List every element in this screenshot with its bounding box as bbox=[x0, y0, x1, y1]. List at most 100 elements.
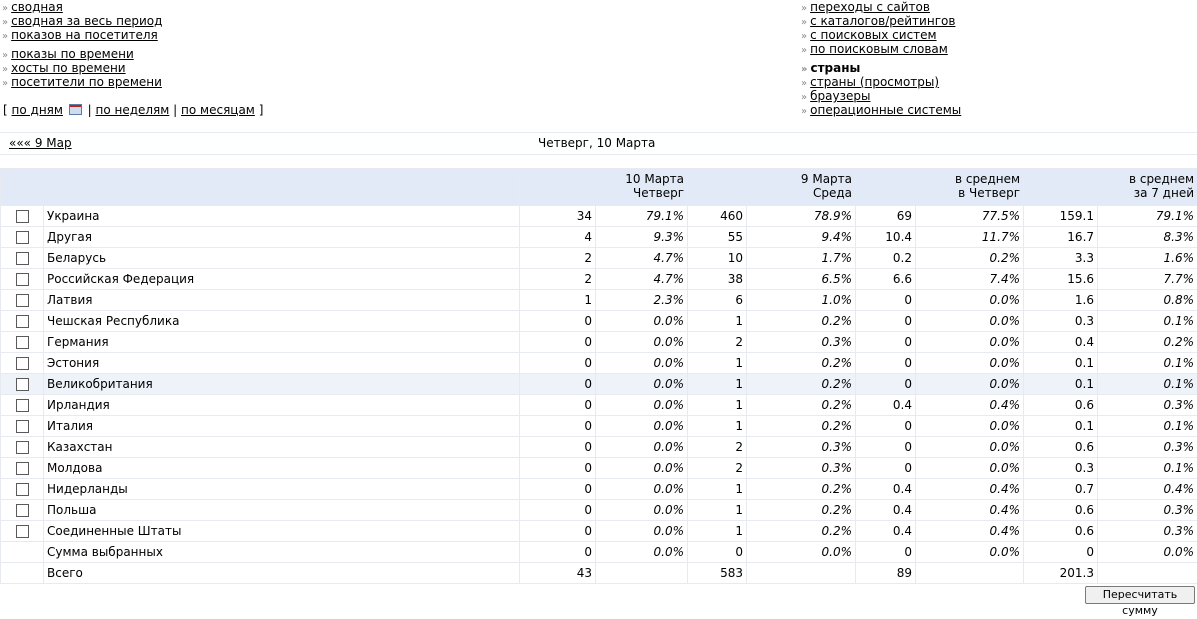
nav-link[interactable]: переходы с сайтов bbox=[810, 0, 930, 14]
nav-link[interactable]: с каталогов/рейтингов bbox=[810, 14, 955, 28]
checkbox-cell bbox=[1, 248, 44, 269]
nav-link[interactable]: сводная bbox=[11, 0, 63, 14]
row-checkbox[interactable] bbox=[16, 525, 29, 538]
percent-cell: 0.1% bbox=[1098, 374, 1197, 395]
percent-cell: 0.1% bbox=[1098, 311, 1197, 332]
row-checkbox[interactable] bbox=[16, 483, 29, 496]
checkbox-cell bbox=[1, 269, 44, 290]
total-row: Всего4358389201.3 bbox=[1, 563, 1197, 584]
row-checkbox[interactable] bbox=[16, 231, 29, 244]
checkbox-cell bbox=[1, 437, 44, 458]
nav-item[interactable]: »переходы с сайтов bbox=[801, 0, 961, 14]
row-checkbox[interactable] bbox=[16, 315, 29, 328]
value-cell: 43 bbox=[520, 563, 596, 584]
period-by-days-link[interactable]: по дням bbox=[12, 103, 63, 117]
percent-cell: 0.4% bbox=[916, 521, 1024, 542]
recalc-sum-button[interactable]: Пересчитать сумму bbox=[1085, 586, 1195, 604]
row-checkbox[interactable] bbox=[16, 504, 29, 517]
nav-link[interactable]: с поисковых систем bbox=[810, 28, 936, 42]
nav-link[interactable]: показы по времени bbox=[11, 47, 134, 61]
value-cell: 0.6 bbox=[1024, 437, 1098, 458]
row-checkbox[interactable] bbox=[16, 378, 29, 391]
row-checkbox[interactable] bbox=[16, 357, 29, 370]
nav-arrow-icon: » bbox=[801, 106, 807, 117]
country-name: Украина bbox=[44, 206, 520, 227]
value-cell: 0 bbox=[856, 311, 916, 332]
nav-item[interactable]: »страны (просмотры) bbox=[801, 75, 961, 89]
nav-item[interactable]: »сводная bbox=[2, 0, 162, 14]
table-row: Украина3479.1%46078.9%6977.5%159.179.1% bbox=[1, 206, 1197, 227]
country-name: Соединенные Штаты bbox=[44, 521, 520, 542]
calendar-icon[interactable] bbox=[69, 104, 82, 115]
value-cell: 1 bbox=[688, 521, 747, 542]
value-cell: 0 bbox=[856, 353, 916, 374]
nav-item[interactable]: »с поисковых систем bbox=[801, 28, 961, 42]
percent-cell: 0.0% bbox=[916, 458, 1024, 479]
table-row: Молдова00.0%20.3%00.0%0.30.1% bbox=[1, 458, 1197, 479]
nav-item[interactable]: »показы по времени bbox=[2, 47, 162, 61]
percent-cell: 2.3% bbox=[596, 290, 688, 311]
checkbox-cell bbox=[1, 290, 44, 311]
nav-item[interactable]: »по поисковым словам bbox=[801, 42, 961, 56]
value-cell: 34 bbox=[520, 206, 596, 227]
percent-cell: 0.0% bbox=[916, 416, 1024, 437]
nav-link[interactable]: посетители по времени bbox=[11, 75, 162, 89]
nav-link[interactable]: хосты по времени bbox=[11, 61, 125, 75]
table-row: Италия00.0%10.2%00.0%0.10.1% bbox=[1, 416, 1197, 437]
value-cell: 0.3 bbox=[1024, 458, 1098, 479]
row-checkbox[interactable] bbox=[16, 336, 29, 349]
value-cell: 0.1 bbox=[1024, 374, 1098, 395]
country-name: Латвия bbox=[44, 290, 520, 311]
nav-item[interactable]: »посетители по времени bbox=[2, 75, 162, 89]
row-checkbox[interactable] bbox=[16, 441, 29, 454]
nav-link[interactable]: сводная за весь период bbox=[11, 14, 162, 28]
nav-link[interactable]: браузеры bbox=[810, 89, 870, 103]
table-header-row: 10 МартаЧетверг 9 МартаСреда в среднемв … bbox=[1, 169, 1197, 206]
row-checkbox[interactable] bbox=[16, 252, 29, 265]
value-cell: 2 bbox=[688, 458, 747, 479]
row-checkbox[interactable] bbox=[16, 399, 29, 412]
row-checkbox[interactable] bbox=[16, 462, 29, 475]
header-yesterday: 9 МартаСреда bbox=[688, 169, 856, 206]
value-cell: 1.6 bbox=[1024, 290, 1098, 311]
value-cell: 55 bbox=[688, 227, 747, 248]
nav-arrow-icon: » bbox=[801, 92, 807, 103]
row-checkbox[interactable] bbox=[16, 294, 29, 307]
value-cell: 10 bbox=[688, 248, 747, 269]
row-checkbox[interactable] bbox=[16, 210, 29, 223]
percent-cell: 0.2% bbox=[1098, 332, 1197, 353]
header-today: 10 МартаЧетверг bbox=[520, 169, 688, 206]
nav-link[interactable]: операционные системы bbox=[810, 103, 961, 117]
value-cell: 0 bbox=[1024, 542, 1098, 563]
percent-cell: 0.3% bbox=[747, 437, 856, 458]
value-cell: 0 bbox=[520, 479, 596, 500]
nav-left: »сводная»сводная за весь период»показов … bbox=[2, 0, 162, 89]
value-cell: 0 bbox=[520, 332, 596, 353]
nav-item[interactable]: »хосты по времени bbox=[2, 61, 162, 75]
checkbox-cell bbox=[1, 353, 44, 374]
value-cell: 0 bbox=[520, 395, 596, 416]
row-checkbox[interactable] bbox=[16, 420, 29, 433]
period-by-months-link[interactable]: по месяцам bbox=[181, 103, 255, 117]
percent-cell: 0.0% bbox=[596, 395, 688, 416]
nav-link[interactable]: страны (просмотры) bbox=[810, 75, 939, 89]
nav-item[interactable]: »сводная за весь период bbox=[2, 14, 162, 28]
period-by-weeks-link[interactable]: по неделям bbox=[95, 103, 169, 117]
value-cell: 10.4 bbox=[856, 227, 916, 248]
percent-cell: 0.0% bbox=[596, 437, 688, 458]
value-cell: 0 bbox=[856, 374, 916, 395]
nav-link[interactable]: по поисковым словам bbox=[810, 42, 948, 56]
percent-cell: 11.7% bbox=[916, 227, 1024, 248]
percent-cell: 0.0% bbox=[916, 311, 1024, 332]
nav-item[interactable]: »операционные системы bbox=[801, 103, 961, 117]
percent-cell: 7.4% bbox=[916, 269, 1024, 290]
value-cell: 583 bbox=[688, 563, 747, 584]
nav-item[interactable]: »браузеры bbox=[801, 89, 961, 103]
nav-link[interactable]: показов на посетителя bbox=[11, 28, 158, 42]
row-checkbox[interactable] bbox=[16, 273, 29, 286]
prev-day-link[interactable]: ««« 9 Мар bbox=[9, 136, 72, 150]
value-cell: 0.2 bbox=[856, 248, 916, 269]
nav-item[interactable]: »показов на посетителя bbox=[2, 28, 162, 42]
nav-item[interactable]: »с каталогов/рейтингов bbox=[801, 14, 961, 28]
percent-cell: 6.5% bbox=[747, 269, 856, 290]
